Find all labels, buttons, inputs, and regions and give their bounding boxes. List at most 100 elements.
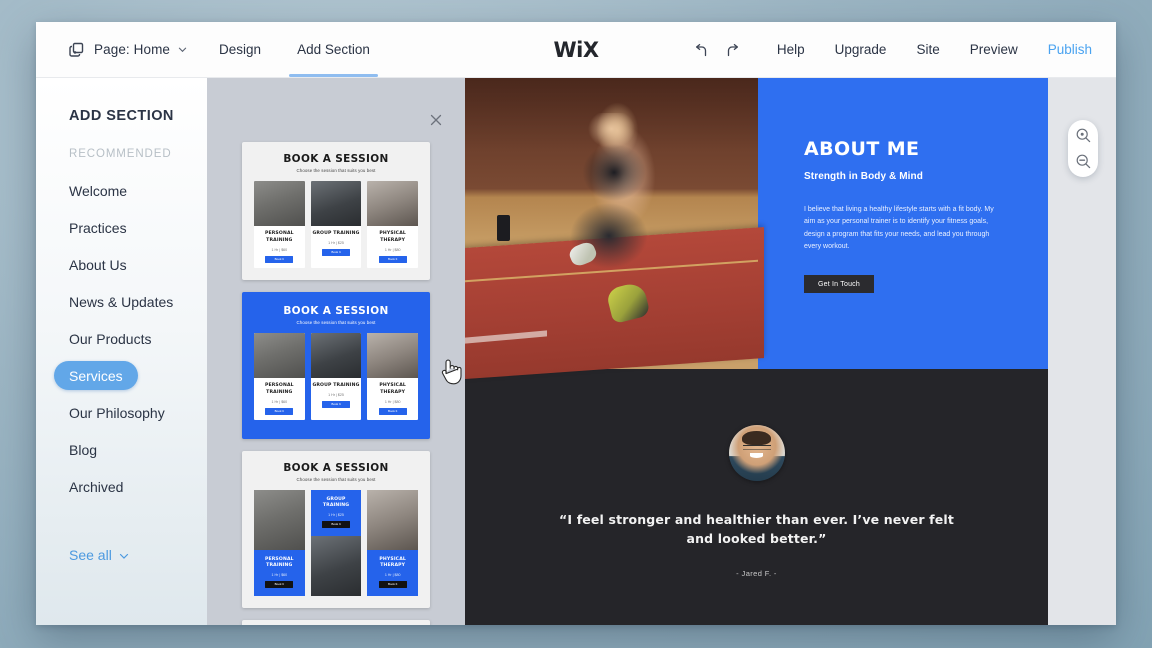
- chevron-down-icon: [178, 45, 187, 54]
- thumbnail-card-button: Book It: [378, 255, 407, 263]
- thumbnail-card-grid: PERSONAL TRAINING 1 Hr | $60 Book It GRO…: [254, 489, 419, 597]
- water-bottle: [497, 214, 511, 241]
- thumbnail-grid-column: GROUP TRAINING 1 Hr | $25 Book It: [310, 489, 362, 597]
- tab-add-section[interactable]: Add Section: [279, 22, 388, 77]
- thumbnail-card-meta: 1 Hr | $25: [328, 513, 344, 518]
- redo-icon[interactable]: [722, 39, 744, 61]
- thumbnail-card-row: PERSONAL TRAINING 1 Hr | $60 Book It GRO…: [254, 332, 419, 420]
- avatar-glasses: [742, 445, 771, 450]
- sidebar-item-our-products[interactable]: Our Products: [36, 320, 207, 357]
- person-figure: [547, 112, 676, 311]
- thumbnail-card-meta: 1 Hr | $60: [271, 399, 288, 404]
- toolbar-left-group: Page: Home Design Add Section: [36, 22, 388, 77]
- thumbnail-card-photo: [254, 489, 305, 550]
- zoom-out-icon[interactable]: [1075, 153, 1092, 170]
- thumbnail-card-name: PERSONAL TRAINING: [264, 556, 294, 569]
- publish-button[interactable]: Publish: [1033, 22, 1100, 77]
- thumbnail-card-meta: 1 Hr | $80: [384, 247, 401, 252]
- thumbnail-card-photo: [310, 332, 362, 378]
- testimonial-section[interactable]: “I feel stronger and healthier than ever…: [465, 369, 1048, 625]
- sidebar-item-label: Our Philosophy: [69, 404, 165, 421]
- thumbnail-card-name: GROUP TRAINING: [312, 382, 360, 388]
- thumbnail-subheading: Choose the session that suits you best: [296, 476, 376, 482]
- toolbar-link-help[interactable]: Help: [762, 22, 820, 77]
- get-in-touch-button[interactable]: Get In Touch: [804, 275, 874, 293]
- sidebar-item-about-us[interactable]: About Us: [36, 246, 207, 283]
- sidebar-item-label: News & Updates: [69, 293, 174, 310]
- see-all-label: See all: [69, 547, 112, 563]
- sidebar-item-news-updates[interactable]: News & Updates: [36, 283, 207, 320]
- avatar-hair: [741, 430, 772, 446]
- upgrade-label: Upgrade: [834, 42, 887, 57]
- thumbnail-card-name: PERSONAL TRAINING: [264, 382, 294, 395]
- editor-body: ADD SECTION RECOMMENDED Welcome Practice…: [36, 78, 1116, 625]
- thumbnail-card-meta: 1 Hr | $25: [328, 392, 344, 397]
- thumbnail-card-photo: [310, 181, 362, 226]
- page-title: ADD SECTION: [69, 108, 174, 124]
- tab-design[interactable]: Design: [201, 22, 279, 77]
- thumbnail-card-name: PHYSICAL THERAPY: [379, 231, 406, 243]
- sidebar-item-blog[interactable]: Blog: [36, 431, 207, 468]
- testimonial-author: - Jared F. -: [736, 568, 777, 578]
- tab-design-label: Design: [219, 42, 262, 57]
- about-title: ABOUT ME: [804, 138, 920, 160]
- page-selector[interactable]: Page: Home: [36, 22, 201, 77]
- see-all-button[interactable]: See all: [69, 547, 128, 563]
- thumbnail-card: PERSONAL TRAINING 1 Hr | $60 Book It: [254, 549, 305, 597]
- sidebar-item-archived[interactable]: Archived: [36, 468, 207, 505]
- thumbnail-card: PHYSICAL THERAPY 1 Hr | $80 Book It: [367, 549, 419, 597]
- undo-icon[interactable]: [690, 39, 712, 61]
- section-thumbnail-selected[interactable]: BOOK A SESSION Choose the session that s…: [242, 291, 430, 439]
- thumbnail-card-button: Book It: [322, 400, 350, 408]
- recommended-group-label: RECOMMENDED: [69, 148, 172, 160]
- wix-editor-window: Page: Home Design Add Section WiX Help U…: [36, 22, 1116, 625]
- thumbnail-card-name: GROUP TRAINING: [322, 496, 350, 509]
- add-section-sidebar: ADD SECTION RECOMMENDED Welcome Practice…: [36, 78, 207, 625]
- thumbnail-card-name: GROUP TRAINING: [312, 231, 360, 236]
- thumbnail-card-name: PERSONAL TRAINING: [264, 231, 294, 243]
- toolbar-link-upgrade[interactable]: Upgrade: [820, 22, 902, 77]
- about-me-text-block: ABOUT ME Strength in Body & Mind I belie…: [758, 78, 1048, 369]
- thumbnail-card-button: Book It: [322, 248, 350, 256]
- sidebar-item-practices[interactable]: Practices: [36, 209, 207, 246]
- thumbnail-card: GROUP TRAINING 1 Hr | $25 Book It: [310, 181, 362, 268]
- site-canvas[interactable]: ABOUT ME Strength in Body & Mind I belie…: [465, 78, 1116, 625]
- hero-photo: [465, 78, 764, 380]
- thumbnail-card-meta: 1 Hr | $80: [384, 399, 401, 404]
- section-thumbnail[interactable]: BOOK A SESSION Choose the session that s…: [242, 450, 430, 609]
- section-category-list: Welcome Practices About Us News & Update…: [36, 172, 207, 505]
- zoom-in-icon[interactable]: [1075, 127, 1092, 144]
- thumbnail-card-photo: [310, 536, 362, 597]
- undo-redo-group: [690, 39, 762, 61]
- toolbar-link-site[interactable]: Site: [901, 22, 954, 77]
- about-me-section[interactable]: ABOUT ME Strength in Body & Mind I belie…: [465, 78, 1048, 380]
- thumbnail-card-name: PHYSICAL THERAPY: [379, 556, 406, 569]
- thumbnail-scroll-area[interactable]: BOOK A SESSION Choose the session that s…: [207, 142, 465, 625]
- toolbar-link-preview[interactable]: Preview: [955, 22, 1033, 77]
- thumbnail-card-row: PERSONAL TRAINING 1 Hr | $60 Book It GRO…: [254, 181, 419, 268]
- thumbnail-heading: BOOK A SESSION: [283, 461, 389, 474]
- thumbnail-card: GROUP TRAINING 1 Hr | $25 Book It: [310, 489, 362, 537]
- wix-logo-text: WiX: [553, 37, 599, 62]
- thumbnail-card-button: Book It: [265, 581, 294, 589]
- sidebar-item-label: Archived: [69, 478, 124, 495]
- close-icon[interactable]: [427, 111, 445, 129]
- sidebar-item-welcome[interactable]: Welcome: [36, 172, 207, 209]
- sidebar-item-services[interactable]: Services: [36, 357, 207, 394]
- section-thumbnail[interactable]: BOOK A SESSION Choose the session that s…: [242, 142, 430, 280]
- thumbnail-card-meta: 1 Hr | $80: [384, 573, 401, 578]
- toolbar-right-group: Help Upgrade Site Preview Publish: [690, 22, 1116, 77]
- thumbnail-card-meta: 1 Hr | $60: [271, 247, 288, 252]
- site-label: Site: [916, 42, 940, 57]
- help-label: Help: [776, 42, 805, 57]
- thumbnail-card-name: PHYSICAL THERAPY: [379, 382, 406, 395]
- sidebar-item-label: Blog: [69, 441, 98, 458]
- sidebar-item-our-philosophy[interactable]: Our Philosophy: [36, 394, 207, 431]
- thumbnail-heading: BOOK A SESSION: [283, 153, 389, 165]
- section-thumbnail[interactable]: BOOK A SESSION Choose the session that s…: [242, 620, 430, 625]
- thumbnail-subheading: Choose the session that suits you best: [296, 168, 376, 173]
- sidebar-item-label: About Us: [69, 256, 127, 273]
- thumbnail-card-button: Book It: [378, 581, 407, 589]
- thumbnail-card: PHYSICAL THERAPY 1 Hr | $80 Book It: [367, 181, 419, 268]
- thumbnail-heading: BOOK A SESSION: [283, 304, 389, 317]
